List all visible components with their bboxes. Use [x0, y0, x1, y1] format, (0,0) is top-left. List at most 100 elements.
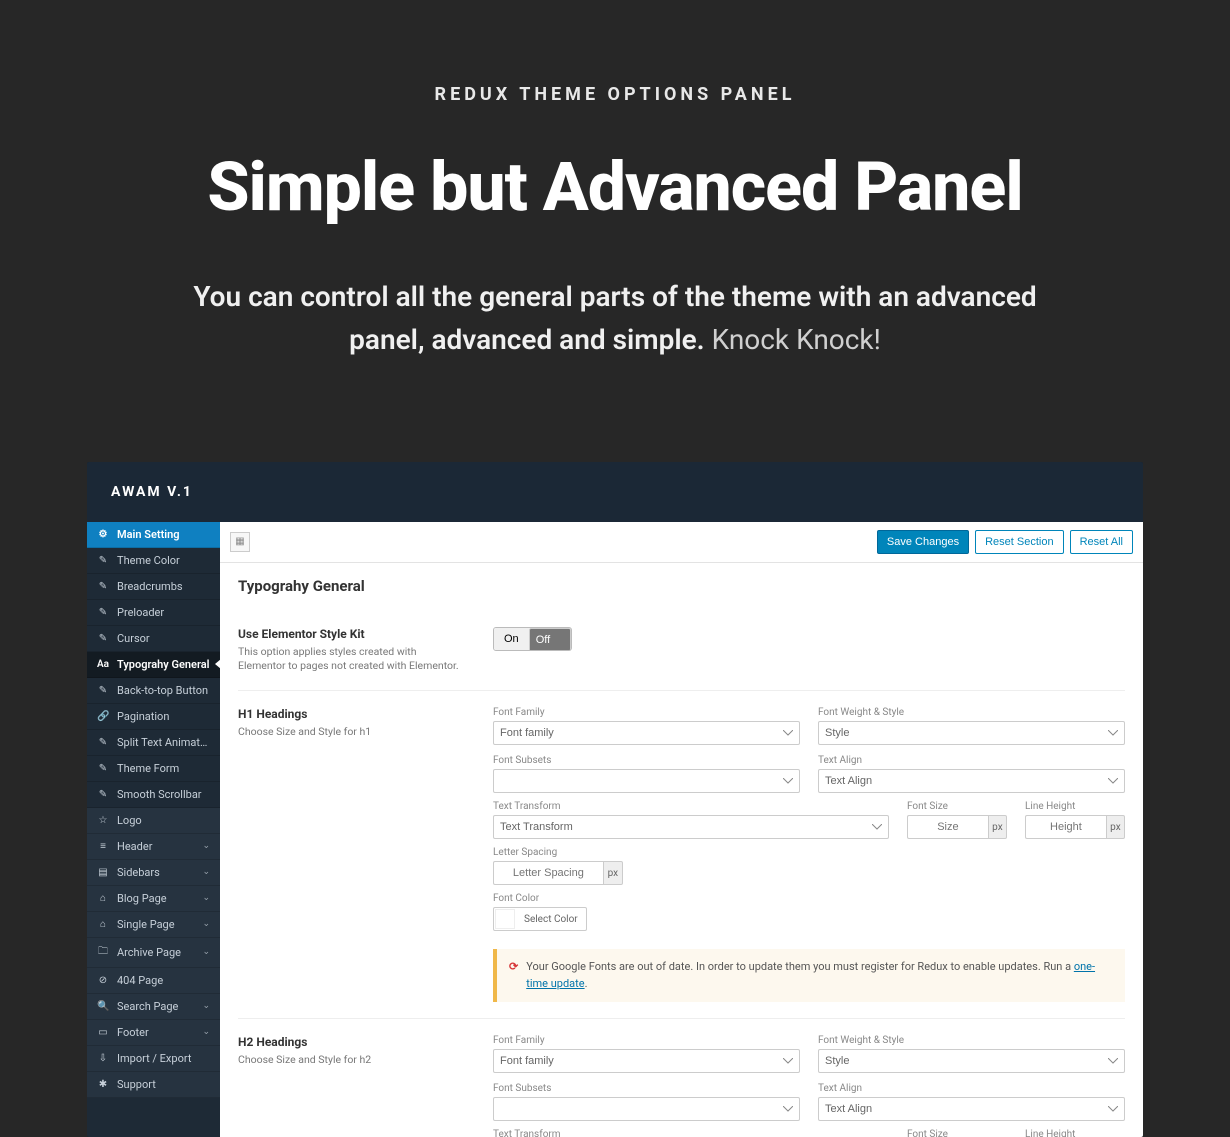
chevron-down-icon: ⌄: [202, 1001, 210, 1011]
text-transform-select[interactable]: Text Transform: [493, 815, 889, 839]
hero-kicker: REDUX THEME OPTIONS PANEL: [80, 84, 1150, 105]
sidebar-item-sidebars[interactable]: ▤Sidebars⌄: [87, 860, 220, 886]
toggle-off[interactable]: Off: [529, 628, 571, 651]
hero-subtitle-light: Knock Knock!: [712, 323, 881, 356]
sidebar-item-icon: ▤: [97, 867, 109, 878]
sidebar-item-single-page[interactable]: ⌂ Single Page ⌄: [87, 912, 220, 938]
sidebar-item-archive-page[interactable]: 🗀Archive Page⌄: [87, 938, 220, 968]
line-height-input[interactable]: [1025, 815, 1106, 839]
sidebar-item-icon: ⊘: [97, 975, 109, 986]
sidebar-item-icon: ✎: [97, 685, 109, 696]
sidebar-item-icon: 🔍: [97, 1001, 109, 1012]
font-color-picker[interactable]: Select Color: [493, 907, 587, 931]
sidebar-item-smooth-scrollbar[interactable]: ✎Smooth Scrollbar: [87, 782, 220, 808]
sidebar-item-icon: 🔗: [97, 711, 109, 722]
sidebar-item-icon: ✎: [97, 789, 109, 800]
sidebar-item-label: Blog Page: [117, 892, 194, 905]
reset-all-button[interactable]: Reset All: [1070, 530, 1133, 554]
sidebar-item-support[interactable]: ✱Support: [87, 1072, 220, 1098]
field-label: Use Elementor Style Kit: [238, 627, 463, 641]
warning-icon: ⟳: [509, 959, 518, 992]
font-weight-select[interactable]: Style: [818, 721, 1125, 745]
sidebar-item-logo[interactable]: ☆Logo: [87, 808, 220, 834]
sidebar-item-label: Header: [117, 840, 194, 853]
panel-title: AWAM V.1: [87, 462, 1143, 522]
control-label: Font Weight & Style: [818, 707, 1125, 718]
sidebar-item-theme-color[interactable]: ✎Theme Color: [87, 548, 220, 574]
sidebar-item-label: Archive Page: [117, 946, 194, 959]
reset-section-button[interactable]: Reset Section: [975, 530, 1063, 554]
sidebar-item-theme-form[interactable]: ✎ Theme Form: [87, 756, 220, 782]
text-align-select[interactable]: Text Align: [818, 1097, 1125, 1121]
sidebar-item-icon: ⚙: [97, 529, 109, 540]
toggle-on[interactable]: On: [494, 628, 529, 650]
sidebar-item-label: Pagination: [117, 710, 210, 723]
hero: REDUX THEME OPTIONS PANEL Simple but Adv…: [0, 0, 1230, 422]
control-label: Text Transform: [493, 801, 889, 812]
control-label: Font Color: [493, 893, 1125, 904]
unit-label: px: [603, 861, 623, 885]
sidebar-item-split-text-animation[interactable]: ✎Split Text Animation: [87, 730, 220, 756]
sidebar-item-icon: ⌂: [97, 919, 109, 930]
font-subsets-select[interactable]: [493, 1097, 800, 1121]
color-label: Select Color: [516, 914, 586, 925]
hero-subtitle-bold: You can control all the general parts of…: [193, 280, 1036, 356]
hero-title: Simple but Advanced Panel: [80, 147, 1150, 227]
chevron-down-icon: ⌄: [202, 919, 210, 929]
field-desc: Choose Size and Style for h1: [238, 725, 463, 740]
sidebar-item-label: Theme Form: [117, 762, 210, 775]
font-subsets-select[interactable]: [493, 769, 800, 793]
sidebar-item-icon: 🗀: [97, 944, 109, 961]
control-label: Line Height: [1025, 1129, 1125, 1137]
chevron-down-icon: ⌄: [202, 867, 210, 877]
sidebar-item-icon: ✎: [97, 633, 109, 644]
sidebar-item-preloader[interactable]: ✎ Preloader: [87, 600, 220, 626]
sidebar-item-icon: ✎: [97, 737, 109, 748]
control-label: Letter Spacing: [493, 847, 1125, 858]
sidebar-item-label: 404 Page: [117, 974, 210, 987]
sidebar-item-icon: ✎: [97, 607, 109, 618]
sidebar-item-import-export[interactable]: ⇩Import / Export: [87, 1046, 220, 1072]
text-align-select[interactable]: Text Align: [818, 769, 1125, 793]
sidebar-item-header[interactable]: ≡Header⌄: [87, 834, 220, 860]
chevron-down-icon: ⌄: [202, 893, 210, 903]
font-family-select[interactable]: Font family: [493, 721, 800, 745]
letter-spacing-input[interactable]: [493, 861, 603, 885]
sidebar-item-blog-page[interactable]: ⌂Blog Page⌄: [87, 886, 220, 912]
sidebar-item-404-page[interactable]: ⊘ 404 Page: [87, 968, 220, 994]
sidebar-item-label: Typograhy General: [117, 658, 210, 671]
sidebar-item-label: Search Page: [117, 1000, 194, 1013]
sidebar-item-icon: ▭: [97, 1027, 109, 1038]
sidebar-item-label: Preloader: [117, 606, 210, 619]
sidebar-item-back-to-top-button[interactable]: ✎Back-to-top Button: [87, 678, 220, 704]
font-weight-select[interactable]: Style: [818, 1049, 1125, 1073]
sidebar-item-label: Theme Color: [117, 554, 210, 567]
font-size-input[interactable]: [907, 815, 988, 839]
control-label: Font Weight & Style: [818, 1035, 1125, 1046]
save-button[interactable]: Save Changes: [877, 530, 969, 554]
sidebar-item-label: Single Page: [117, 918, 194, 931]
sidebar-item-icon: ≡: [97, 841, 109, 852]
sidebar-item-footer[interactable]: ▭Footer⌄: [87, 1020, 220, 1046]
sidebar-item-icon: Aa: [97, 659, 109, 670]
sidebar-item-typograhy-general[interactable]: Aa Typograhy General: [87, 652, 220, 678]
sidebar-item-breadcrumbs[interactable]: ✎Breadcrumbs: [87, 574, 220, 600]
chevron-down-icon: ⌄: [202, 1027, 210, 1037]
control-label: Font Size: [907, 801, 1007, 812]
sidebar: ⚙Main Setting✎Theme Color✎Breadcrumbs✎Pr…: [87, 522, 220, 1137]
sidebar-item-search-page[interactable]: 🔍 Search Page ⌄: [87, 994, 220, 1020]
control-label: Font Family: [493, 1035, 800, 1046]
expand-icon[interactable]: ▦: [230, 532, 250, 552]
elementor-toggle[interactable]: On Off: [493, 627, 572, 651]
sidebar-item-main-setting[interactable]: ⚙Main Setting: [87, 522, 220, 548]
font-family-select[interactable]: Font family: [493, 1049, 800, 1073]
sidebar-item-label: Import / Export: [117, 1052, 210, 1065]
sidebar-item-cursor[interactable]: ✎ Cursor: [87, 626, 220, 652]
sidebar-item-label: Cursor: [117, 632, 210, 645]
options-panel: AWAM V.1 ⚙Main Setting✎Theme Color✎Bread…: [87, 462, 1143, 1137]
sidebar-item-pagination[interactable]: 🔗 Pagination: [87, 704, 220, 730]
control-label: Font Subsets: [493, 755, 800, 766]
control-label: Font Size: [907, 1129, 1007, 1137]
sidebar-item-icon: ✎: [97, 763, 109, 774]
sidebar-item-icon: ☆: [97, 815, 109, 826]
